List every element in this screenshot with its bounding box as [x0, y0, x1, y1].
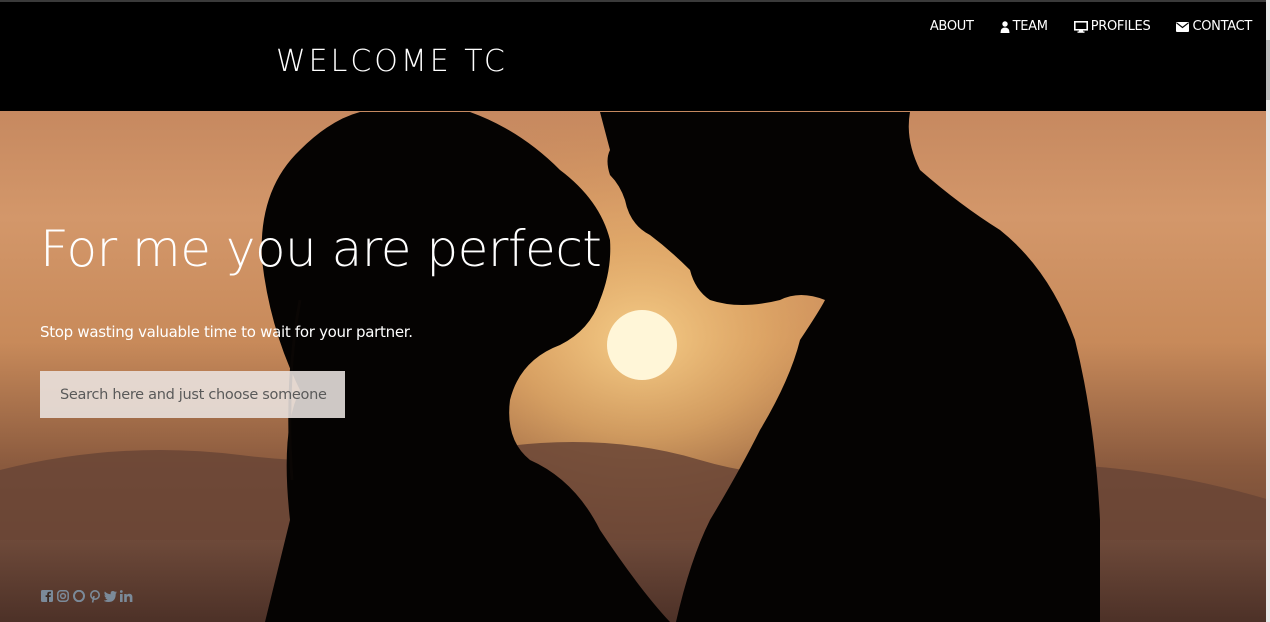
- twitter-icon[interactable]: [104, 588, 117, 604]
- user-icon: [1000, 21, 1010, 33]
- scrollbar-thumb[interactable]: [1266, 40, 1270, 100]
- page: WELCOME TC ABOUT TEAM PROFILES CONTACT F…: [0, 0, 1270, 622]
- nav-item-label: CONTACT: [1192, 19, 1252, 34]
- linkedin-icon[interactable]: [120, 588, 133, 604]
- main-nav: ABOUT TEAM PROFILES CONTACT: [930, 18, 1252, 36]
- envelope-icon: [1176, 22, 1190, 32]
- search-input[interactable]: [40, 371, 345, 418]
- nav-item-label: PROFILES: [1090, 19, 1151, 34]
- top-navigation-bar: WELCOME TC ABOUT TEAM PROFILES CONTACT: [0, 0, 1270, 111]
- nav-item-label: TEAM: [1012, 19, 1048, 34]
- nav-item-contact[interactable]: CONTACT: [1176, 18, 1252, 36]
- nav-item-team[interactable]: TEAM: [1000, 18, 1048, 36]
- hero-headline: For me you are perfect: [40, 220, 602, 278]
- pinterest-icon[interactable]: [88, 588, 101, 604]
- instagram-icon[interactable]: [56, 588, 69, 604]
- opera-icon[interactable]: [72, 588, 85, 604]
- monitor-icon: [1073, 21, 1088, 33]
- facebook-icon[interactable]: [40, 588, 53, 604]
- nav-item-profiles[interactable]: PROFILES: [1073, 18, 1151, 36]
- hero-subline: Stop wasting valuable time to wait for y…: [40, 323, 413, 341]
- nav-item-label: ABOUT: [929, 19, 974, 34]
- nav-item-about[interactable]: ABOUT: [930, 18, 974, 36]
- social-links: [40, 588, 133, 604]
- welcome-title: WELCOME TC: [276, 44, 508, 79]
